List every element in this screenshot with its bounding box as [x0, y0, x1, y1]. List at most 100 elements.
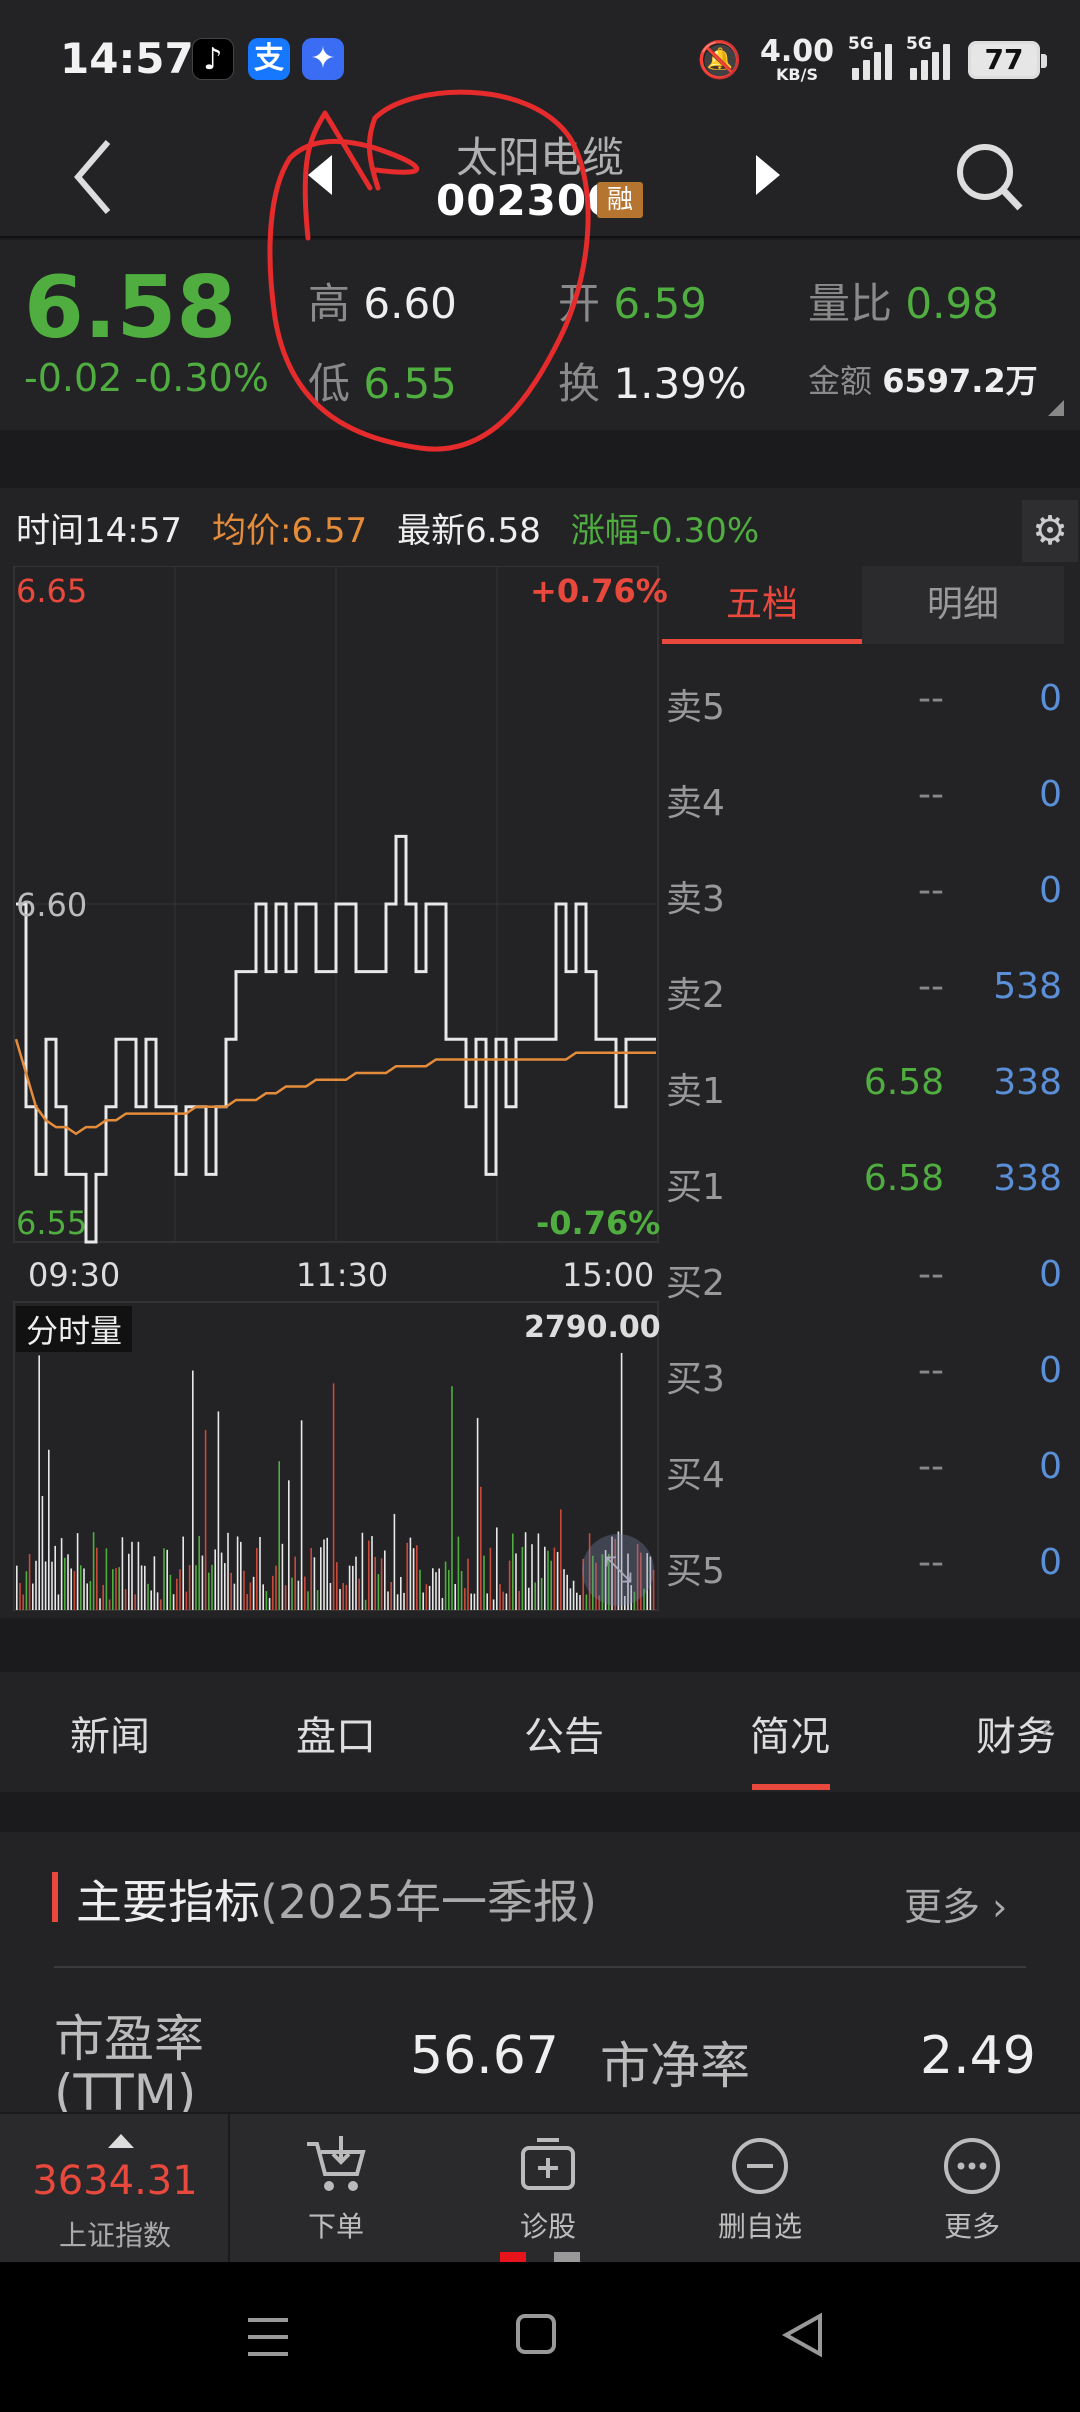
- next-stock-icon[interactable]: [748, 150, 788, 200]
- volume-bar: [483, 1555, 485, 1610]
- volume-bar: [323, 1539, 325, 1610]
- menu-icon[interactable]: [244, 2312, 292, 2362]
- volume-bar: [499, 1584, 501, 1610]
- orderbook-row: 卖1 6.58 338: [662, 1052, 1064, 1122]
- orderbook-volume: 538: [993, 966, 1062, 1007]
- tab-market[interactable]: 盘口: [296, 1704, 376, 1762]
- volume-bar: [275, 1565, 277, 1610]
- home-icon[interactable]: [514, 2312, 558, 2356]
- tab-news[interactable]: 新闻: [70, 1704, 150, 1762]
- volume-bar: [512, 1533, 514, 1610]
- volume-bar: [531, 1544, 533, 1610]
- tabs-more-icon[interactable]: ›: [1040, 1706, 1054, 1747]
- volume-bar: [374, 1556, 376, 1610]
- volume-bar: [470, 1593, 472, 1610]
- volume-bar: [105, 1548, 108, 1610]
- volume-bar: [233, 1583, 236, 1610]
- pb-label: 市净率: [600, 2037, 750, 2095]
- volume-ratio-row: 量比 0.98: [808, 279, 999, 328]
- nav-more[interactable]: 更多: [892, 2134, 1052, 2245]
- orderbook-level: 卖4: [666, 783, 725, 824]
- volume-bar: [518, 1590, 520, 1610]
- volume-bar: [387, 1591, 389, 1610]
- intraday-chart[interactable]: [0, 566, 660, 1612]
- volume-bar: [102, 1584, 104, 1610]
- volume-bar: [259, 1536, 261, 1610]
- volume-bar: [409, 1537, 412, 1610]
- volume-bar: [540, 1577, 543, 1610]
- volume-bar: [220, 1552, 223, 1610]
- volume-bar: [38, 1355, 40, 1610]
- index-widget[interactable]: 3634.31 上证指数: [0, 2114, 230, 2264]
- volume-bar: [486, 1593, 488, 1610]
- orderbook-volume: 0: [1039, 678, 1062, 719]
- orderbook-volume: 0: [1039, 1350, 1062, 1391]
- nav-order[interactable]: 下单: [256, 2134, 416, 2245]
- volume-bar: [192, 1370, 194, 1610]
- volume-bar: [572, 1580, 575, 1610]
- nav-diagnose[interactable]: 诊股: [468, 2134, 628, 2245]
- settings-gear-icon[interactable]: ⚙: [1022, 500, 1078, 562]
- battery-icon: 77: [968, 41, 1047, 79]
- volume-bar: [118, 1567, 120, 1610]
- indicators-section: 主要指标(2025年一季报) 更多 › 市盈率(TTM) 56.67 市净率 2…: [0, 1832, 1080, 2120]
- time-label-end: 15:00: [562, 1256, 655, 1294]
- indicators-title: 主要指标(2025年一季报): [76, 1875, 597, 1929]
- volume-bar: [22, 1594, 24, 1610]
- orderbook-price: 6.58: [863, 1062, 944, 1103]
- volume-bar: [345, 1584, 348, 1610]
- volume-bar: [265, 1591, 268, 1610]
- volume-bar: [435, 1572, 437, 1610]
- expand-corner-icon[interactable]: [1046, 398, 1066, 418]
- volume-bar: [121, 1537, 124, 1610]
- nav-remove-watchlist[interactable]: 删自选: [680, 2134, 840, 2245]
- chart-time: 时间14:57: [16, 510, 182, 551]
- volume-bar: [28, 1553, 31, 1610]
- volume-bar: [291, 1577, 293, 1610]
- pct-max-label: +0.76%: [530, 572, 668, 610]
- diagnose-icon: [521, 2138, 575, 2190]
- volume-bar: [92, 1532, 95, 1610]
- volume-bar: [134, 1594, 136, 1610]
- volume-bar: [505, 1593, 508, 1610]
- volume-bar: [556, 1551, 559, 1610]
- search-icon[interactable]: [950, 130, 1030, 220]
- tab-five-levels[interactable]: 五档: [662, 566, 862, 644]
- system-nav: [0, 2262, 1080, 2412]
- orderbook-volume: 0: [1039, 1542, 1062, 1583]
- triangle-up-icon: [108, 2134, 134, 2148]
- more-link[interactable]: 更多 ›: [904, 1876, 1007, 1931]
- tab-announcements[interactable]: 公告: [524, 1704, 604, 1762]
- orderbook-price: --: [918, 1350, 944, 1391]
- volume-bar: [307, 1591, 309, 1610]
- volume-bar: [332, 1383, 335, 1610]
- volume-bar: [86, 1583, 88, 1610]
- orderbook-volume: 0: [1039, 774, 1062, 815]
- volume-bar: [444, 1561, 447, 1610]
- volume-bar: [227, 1532, 229, 1610]
- volume-label: 分时量: [16, 1306, 133, 1352]
- tab-overview[interactable]: 简况: [750, 1704, 830, 1762]
- volume-bar: [160, 1599, 162, 1610]
- volume-bar: [406, 1542, 408, 1610]
- volume-bar: [41, 1495, 44, 1610]
- bottom-nav: 3634.31 上证指数 下单 诊股 删自选 更多: [0, 2112, 1080, 2264]
- volume-bar: [304, 1576, 306, 1610]
- volume-bar: [377, 1574, 380, 1610]
- orderbook-row: 买3 -- 0: [662, 1340, 1064, 1410]
- volume-bar: [550, 1560, 552, 1610]
- orderbook-price: --: [918, 1446, 944, 1487]
- volume-bar: [316, 1590, 319, 1610]
- volume-bar: [281, 1543, 284, 1610]
- volume-bar: [137, 1541, 140, 1610]
- volume-bar: [115, 1568, 117, 1610]
- orderbook-volume: 0: [1039, 870, 1062, 911]
- volume-bar: [44, 1561, 47, 1610]
- fullscreen-icon[interactable]: ⤡: [582, 1534, 654, 1606]
- volume-bar: [569, 1588, 572, 1610]
- volume-bar: [355, 1556, 357, 1610]
- back-nav-icon[interactable]: [780, 2310, 826, 2360]
- volume-bar: [96, 1547, 98, 1610]
- volume-bar: [544, 1546, 546, 1610]
- tab-details[interactable]: 明细: [862, 566, 1064, 644]
